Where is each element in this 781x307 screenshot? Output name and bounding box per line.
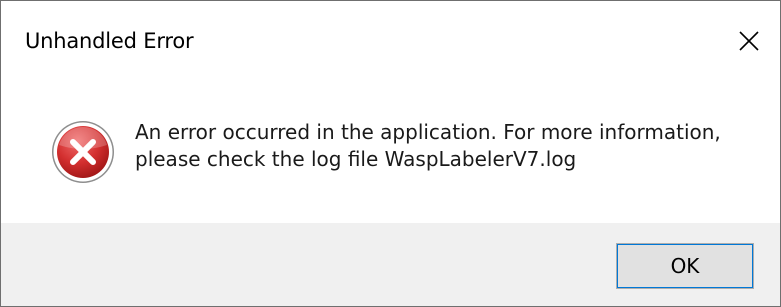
error-dialog: Unhandled Error An error occurred in the… xyxy=(0,0,781,307)
title-bar: Unhandled Error xyxy=(1,1,780,81)
error-message-line-2: please check the log file WaspLabelerV7.… xyxy=(135,147,577,171)
close-button[interactable] xyxy=(718,1,780,81)
dialog-content: An error occurred in the application. Fo… xyxy=(1,81,780,223)
dialog-footer: OK xyxy=(1,223,780,306)
error-message-line-1: An error occurred in the application. Fo… xyxy=(135,120,721,144)
error-message: An error occurred in the application. Fo… xyxy=(135,119,755,173)
close-icon xyxy=(739,31,759,51)
error-icon xyxy=(52,121,114,183)
ok-button[interactable]: OK xyxy=(616,243,754,289)
dialog-title: Unhandled Error xyxy=(25,29,194,53)
